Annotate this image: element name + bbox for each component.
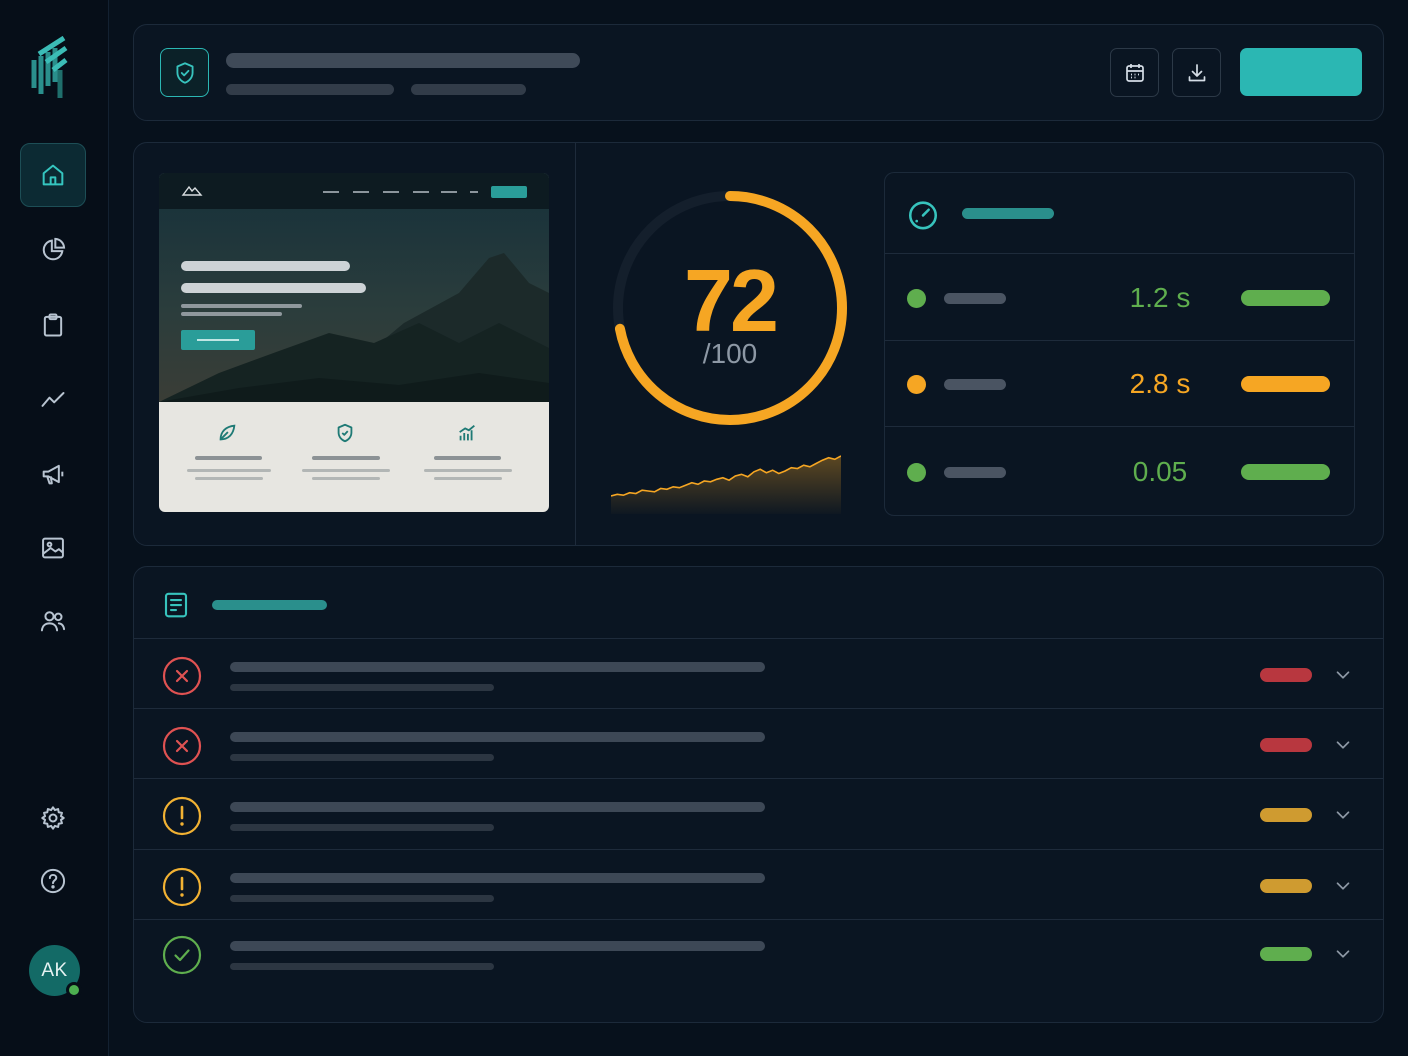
metric-row: 0.05 — [885, 426, 1355, 513]
preview-logo-icon — [181, 185, 203, 196]
document-list-icon — [164, 592, 188, 618]
issue-title-placeholder — [230, 941, 765, 951]
issue-description-placeholder — [230, 895, 494, 902]
page-meta-placeholder — [226, 84, 394, 95]
issue-description-placeholder — [230, 684, 494, 691]
sidebar: AK — [0, 0, 109, 1056]
issues-title-placeholder — [212, 600, 327, 610]
check-circle-icon — [162, 935, 202, 975]
x-circle-icon — [162, 726, 202, 766]
page-meta-placeholder-2 — [411, 84, 526, 95]
metric-label-placeholder — [944, 379, 1006, 390]
bar-chart-icon — [459, 424, 475, 441]
sidebar-item-trends[interactable] — [20, 368, 86, 432]
sidebar-item-analytics[interactable] — [20, 218, 86, 282]
metric-value: 0.05 — [1132, 456, 1188, 487]
severity-badge — [1260, 808, 1312, 822]
chevron-down-icon[interactable] — [1332, 664, 1354, 686]
severity-badge — [1260, 668, 1312, 682]
home-icon — [42, 164, 64, 186]
metric-status-dot — [907, 463, 926, 482]
metric-status-dot — [907, 375, 926, 394]
date-range-button[interactable] — [1110, 48, 1159, 97]
overview-divider — [575, 143, 576, 545]
issue-row-passed[interactable] — [134, 919, 1383, 1009]
severity-badge — [1260, 947, 1312, 961]
users-icon — [40, 611, 66, 632]
image-icon — [42, 537, 64, 559]
chevron-down-icon[interactable] — [1332, 804, 1354, 826]
megaphone-icon — [42, 464, 64, 485]
shield-icon — [337, 423, 353, 443]
brand-logo — [31, 36, 68, 98]
metric-bar — [1241, 290, 1330, 306]
severity-badge — [1260, 879, 1312, 893]
chevron-down-icon[interactable] — [1332, 734, 1354, 756]
issue-row-error[interactable] — [134, 708, 1383, 778]
metric-row: 2.8 s — [885, 340, 1355, 427]
sparkline-area — [611, 456, 841, 514]
issue-row-warning[interactable] — [134, 849, 1383, 919]
gauge-icon — [908, 201, 938, 230]
metrics-title-placeholder — [962, 208, 1054, 219]
sidebar-item-help[interactable] — [20, 849, 86, 913]
online-status-indicator — [66, 982, 82, 998]
issue-description-placeholder — [230, 963, 494, 970]
metric-bar — [1241, 464, 1330, 480]
calendar-icon — [1125, 63, 1144, 82]
preview-headline — [181, 261, 350, 271]
sidebar-item-home[interactable] — [20, 143, 86, 207]
x-circle-icon — [162, 656, 202, 696]
issue-description-placeholder — [230, 754, 494, 761]
website-preview[interactable] — [159, 173, 549, 512]
score-value: 72 — [684, 251, 779, 350]
score-trend-sparkline — [611, 455, 841, 514]
metric-status-dot — [907, 289, 926, 308]
leaf-icon — [219, 424, 236, 441]
sidebar-item-reports[interactable] — [20, 293, 86, 357]
header-badge — [160, 48, 209, 97]
chevron-down-icon[interactable] — [1332, 943, 1354, 965]
trend-line-icon — [41, 392, 65, 407]
sidebar-item-media[interactable] — [20, 516, 86, 580]
score-max: /100 — [702, 338, 758, 369]
alert-circle-icon — [162, 867, 202, 907]
gear-icon — [41, 806, 65, 830]
download-icon — [1188, 63, 1205, 81]
metric-value: 1.2 s — [1129, 282, 1191, 313]
issue-description-placeholder — [230, 824, 494, 831]
alert-circle-icon — [162, 796, 202, 836]
issue-title-placeholder — [230, 873, 765, 883]
issue-row-warning[interactable] — [134, 778, 1383, 848]
preview-cta — [181, 330, 255, 350]
metric-value: 2.8 s — [1129, 368, 1191, 399]
issue-row-error[interactable] — [134, 638, 1383, 708]
metric-row: 1.2 s — [885, 253, 1355, 340]
sidebar-item-team[interactable] — [20, 589, 86, 653]
chevron-down-icon[interactable] — [1332, 875, 1354, 897]
shield-check-icon — [175, 61, 194, 84]
primary-action-button[interactable] — [1240, 48, 1362, 96]
sidebar-item-campaigns[interactable] — [20, 442, 86, 506]
help-circle-icon — [40, 868, 66, 894]
page-title-placeholder — [226, 53, 580, 68]
issue-title-placeholder — [230, 802, 765, 812]
severity-badge — [1260, 738, 1312, 752]
preview-hero — [159, 173, 549, 402]
pie-chart-icon — [42, 237, 66, 261]
metric-label-placeholder — [944, 467, 1006, 478]
metric-bar — [1241, 376, 1330, 392]
sidebar-item-settings[interactable] — [20, 786, 86, 850]
metric-label-placeholder — [944, 293, 1006, 304]
clipboard-icon — [43, 313, 63, 337]
issue-title-placeholder — [230, 662, 765, 672]
issue-title-placeholder — [230, 732, 765, 742]
download-button[interactable] — [1172, 48, 1221, 97]
